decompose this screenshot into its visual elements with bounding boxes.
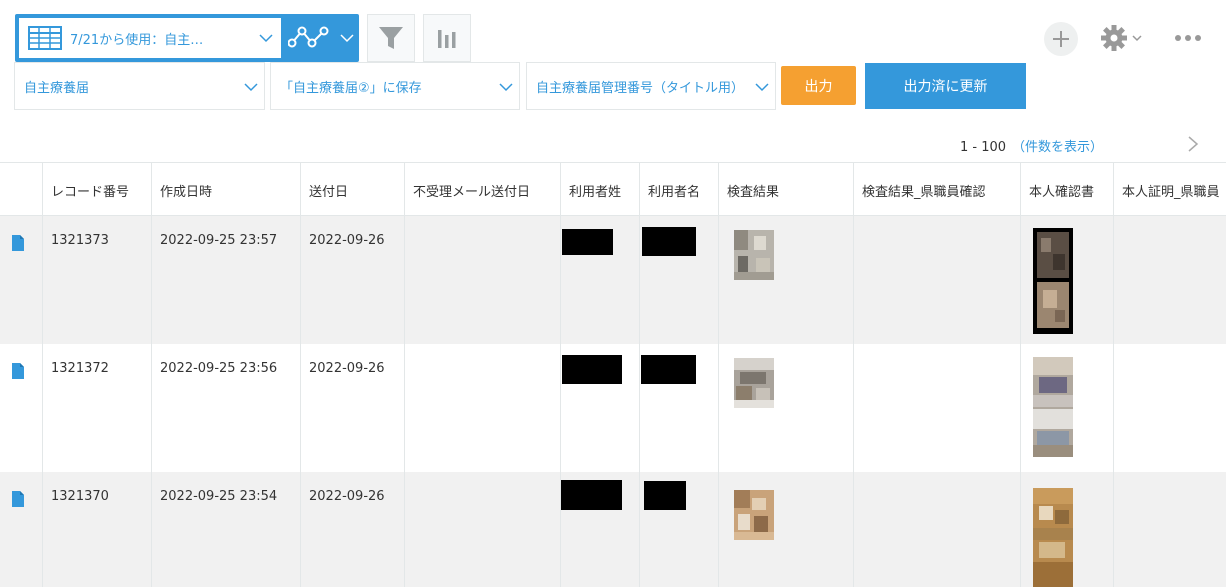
table-icon — [28, 26, 62, 50]
document-icon[interactable] — [12, 491, 24, 507]
mark-output-button[interactable]: 出力済に更新 — [865, 63, 1026, 109]
image-thumbnail[interactable] — [734, 358, 774, 408]
chevron-down-icon — [340, 34, 354, 43]
id-document-cell — [1020, 216, 1113, 344]
image-thumbnail[interactable] — [1033, 228, 1073, 334]
column-header[interactable]: 本人確認書 — [1020, 163, 1113, 216]
redacted-block — [562, 229, 613, 255]
redacted-block — [562, 355, 622, 384]
table-row[interactable]: 1321372 2022-09-25 23:56 2022-09-26 — [0, 344, 1226, 472]
column-header — [0, 163, 42, 216]
chevron-down-icon — [244, 83, 258, 92]
sent-date-cell: 2022-09-26 — [300, 216, 404, 344]
chevron-right-icon[interactable] — [1186, 136, 1200, 152]
column-header[interactable]: 本人証明_県職員 — [1113, 163, 1226, 216]
test-result-cell — [718, 344, 853, 472]
column-header[interactable]: 検査結果 — [718, 163, 853, 216]
column-header[interactable]: 不受理メール送付日 — [404, 163, 560, 216]
column-header[interactable]: レコード番号 — [42, 163, 151, 216]
title-field-select-value: 自主療養届管理番号（タイトル用） — [536, 80, 745, 96]
view-select[interactable]: 7/21から使用：自主… — [19, 18, 281, 58]
column-header[interactable]: 利用者姓 — [560, 163, 639, 216]
image-thumbnail[interactable] — [734, 490, 774, 540]
image-thumbnail[interactable] — [1033, 488, 1073, 587]
template-select-value: 自主療養届 — [24, 80, 90, 96]
created-cell: 2022-09-25 23:54 — [151, 472, 300, 587]
created-cell: 2022-09-25 23:56 — [151, 344, 300, 472]
redacted-block — [641, 355, 696, 384]
column-header[interactable]: 送付日 — [300, 163, 404, 216]
chevron-down-icon — [259, 34, 273, 43]
test-result-cell — [718, 472, 853, 587]
chevron-down-icon — [499, 83, 513, 92]
save-select[interactable]: 「自主療養届②」に保存 — [270, 62, 520, 110]
created-cell: 2022-09-25 23:57 — [151, 216, 300, 344]
column-header[interactable]: 検査結果_県職員確認 — [853, 163, 1020, 216]
first-name-cell — [639, 216, 718, 344]
sent-date-cell: 2022-09-26 — [300, 472, 404, 587]
last-name-cell — [560, 216, 639, 344]
id-document-cell — [1020, 472, 1113, 587]
more-options-icon[interactable] — [1174, 28, 1202, 48]
first-name-cell — [639, 344, 718, 472]
filter-button[interactable] — [367, 14, 415, 62]
reject-mail-cell — [404, 472, 560, 587]
output-button[interactable]: 出力 — [781, 66, 856, 105]
save-select-value: 「自主療養届②」に保存 — [280, 80, 422, 96]
image-thumbnail[interactable] — [1033, 357, 1073, 457]
last-name-cell — [560, 344, 639, 472]
table-row[interactable]: 1321370 2022-09-25 23:54 2022-09-26 — [0, 472, 1226, 587]
id-proof-check-cell — [1113, 344, 1226, 472]
redacted-block — [642, 227, 696, 256]
records-table: レコード番号 作成日時 送付日 不受理メール送付日 利用者姓 利用者名 検査結果… — [0, 162, 1226, 587]
sent-date-cell: 2022-09-26 — [300, 344, 404, 472]
view-switcher: 7/21から使用：自主… — [15, 14, 359, 62]
last-name-cell — [560, 472, 639, 587]
id-proof-check-cell — [1113, 472, 1226, 587]
id-proof-check-cell — [1113, 216, 1226, 344]
staff-check-cell — [853, 216, 1020, 344]
title-field-select[interactable]: 自主療養届管理番号（タイトル用） — [526, 62, 776, 110]
funnel-icon — [379, 27, 403, 49]
chevron-down-icon — [1132, 35, 1142, 42]
pager-range: 1 - 100 — [960, 140, 1007, 155]
template-select[interactable]: 自主療養届 — [14, 62, 265, 110]
graph-icon — [288, 26, 329, 48]
document-icon[interactable] — [12, 235, 24, 251]
column-header[interactable]: 利用者名 — [639, 163, 718, 216]
gear-icon — [1101, 25, 1127, 51]
add-record-button[interactable] — [1044, 22, 1078, 56]
record-number-cell: 1321372 — [42, 344, 151, 472]
reject-mail-cell — [404, 216, 560, 344]
pager: 1 - 100 （件数を表示） — [960, 136, 1103, 155]
test-result-cell — [718, 216, 853, 344]
record-number-cell: 1321370 — [42, 472, 151, 587]
chevron-down-icon — [755, 83, 769, 92]
staff-check-cell — [853, 472, 1020, 587]
reject-mail-cell — [404, 344, 560, 472]
first-name-cell — [639, 472, 718, 587]
staff-check-cell — [853, 344, 1020, 472]
record-number-cell: 1321373 — [42, 216, 151, 344]
redacted-block — [561, 480, 622, 510]
image-thumbnail[interactable] — [734, 230, 774, 280]
graph-button[interactable] — [423, 14, 471, 62]
plus-icon — [1053, 31, 1069, 47]
settings-button[interactable] — [1100, 24, 1142, 52]
table-header: レコード番号 作成日時 送付日 不受理メール送付日 利用者姓 利用者名 検査結果… — [0, 162, 1226, 216]
document-icon[interactable] — [12, 363, 24, 379]
column-header[interactable]: 作成日時 — [151, 163, 300, 216]
view-name: 7/21から使用：自主… — [70, 32, 204, 48]
table-row[interactable]: 1321373 2022-09-25 23:57 2022-09-26 — [0, 216, 1226, 344]
graph-view-button[interactable] — [279, 14, 359, 62]
id-document-cell — [1020, 344, 1113, 472]
bar-chart-icon — [438, 30, 456, 48]
show-count-link[interactable]: （件数を表示） — [1012, 140, 1103, 155]
redacted-block — [644, 481, 686, 510]
